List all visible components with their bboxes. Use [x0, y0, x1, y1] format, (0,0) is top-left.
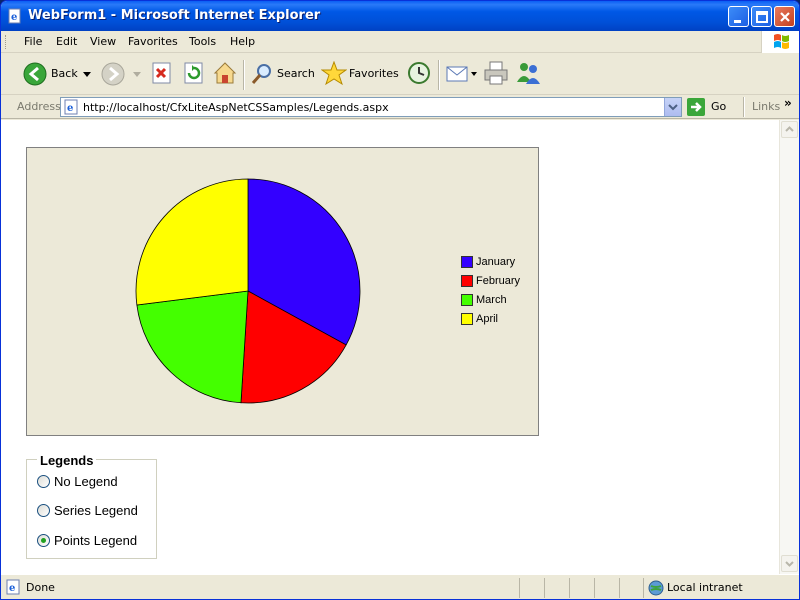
pie-chart: January February March April [26, 147, 539, 436]
title-bar: e WebForm1 - Microsoft Internet Explorer [1, 1, 799, 31]
legend-label: April [476, 313, 499, 325]
chevron-right-icon[interactable]: » [784, 96, 792, 110]
toolbar-separator [743, 97, 745, 117]
status-panel [569, 578, 593, 598]
radio-button[interactable] [37, 475, 50, 488]
radio-no-legend[interactable]: No Legend [37, 474, 147, 490]
address-input[interactable]: e http://localhost/CfxLiteAspNetCSSample… [60, 97, 682, 117]
page-icon: e [64, 99, 78, 115]
legend-swatch [461, 275, 473, 287]
address-dropdown-button[interactable] [664, 98, 681, 116]
links-label[interactable]: Links [752, 100, 780, 113]
forward-button[interactable] [101, 58, 143, 90]
legend-swatch [461, 313, 473, 325]
menu-favorites[interactable]: Favorites [128, 35, 178, 48]
toolbar-separator [438, 60, 440, 90]
ie-page-icon: e [8, 8, 21, 24]
print-icon[interactable] [483, 60, 509, 92]
chevron-down-icon [668, 104, 678, 111]
address-label: Address [17, 100, 61, 113]
menu-tools[interactable]: Tools [189, 35, 216, 48]
search-icon [251, 64, 271, 84]
forward-arrow-icon [101, 62, 125, 86]
go-button[interactable]: Go [687, 98, 737, 116]
scroll-up-button[interactable] [781, 121, 798, 138]
radio-label: Series Legend [54, 503, 138, 518]
go-arrow-icon [687, 98, 705, 116]
status-panel [619, 578, 643, 598]
radio-label: Points Legend [54, 533, 138, 548]
radio-label: No Legend [54, 474, 118, 489]
scroll-down-button[interactable] [781, 555, 798, 572]
minimize-button[interactable] [728, 6, 749, 27]
svg-text:e: e [67, 103, 73, 114]
toolbar-separator [243, 60, 245, 90]
back-label: Back [51, 67, 78, 80]
svg-text:e: e [9, 583, 15, 594]
home-icon[interactable] [212, 60, 238, 92]
status-panel [594, 578, 618, 598]
pie-slice-april [135, 178, 249, 306]
menu-bar: File Edit View Favorites Tools Help [1, 31, 799, 53]
legend-label: February [476, 275, 521, 287]
search-button[interactable]: Search [250, 58, 315, 90]
menu-view[interactable]: View [90, 35, 116, 48]
page-content: January February March April Legends No Leg… [1, 120, 779, 574]
globe-icon [648, 580, 664, 596]
maximize-button[interactable] [751, 6, 772, 27]
legend-label: March [476, 294, 507, 306]
pie-chart-plot [135, 178, 361, 404]
menu-file[interactable]: File [24, 35, 42, 48]
favorites-label: Favorites [349, 67, 399, 80]
back-arrow-icon [23, 62, 47, 86]
refresh-icon[interactable] [182, 61, 206, 93]
legends-group-title: Legends [37, 453, 97, 468]
address-url: http://localhost/CfxLiteAspNetCSSamples/… [83, 101, 389, 114]
chevron-down-icon [785, 561, 794, 567]
radio-button[interactable] [37, 504, 50, 517]
zone-panel: Local intranet [643, 578, 779, 598]
vertical-scrollbar[interactable] [779, 120, 799, 574]
mail-icon[interactable] [445, 61, 479, 93]
windows-logo-icon [761, 31, 799, 53]
legend-swatch [461, 294, 473, 306]
back-button[interactable]: Back [23, 58, 95, 90]
status-panel [519, 578, 543, 598]
go-label: Go [711, 100, 727, 113]
search-label: Search [277, 67, 315, 80]
stop-icon[interactable] [150, 61, 174, 93]
radio-selected-dot [41, 538, 46, 543]
window-title: WebForm1 - Microsoft Internet Explorer [28, 8, 321, 23]
back-dropdown-icon[interactable] [83, 72, 91, 78]
browser-window: e WebForm1 - Microsoft Internet Explorer… [0, 0, 800, 600]
toolbar-grip [5, 35, 8, 49]
status-bar: e Done Local intranet [1, 574, 799, 599]
forward-dropdown-icon [133, 72, 141, 77]
svg-text:e: e [11, 12, 17, 23]
legend-swatch [461, 256, 473, 268]
address-bar: Address e http://localhost/CfxLiteAspNet… [1, 95, 799, 119]
radio-points-legend[interactable]: Points Legend [37, 533, 157, 549]
radio-button[interactable] [37, 534, 50, 547]
menu-edit[interactable]: Edit [56, 35, 77, 48]
favorites-button[interactable]: Favorites [321, 58, 399, 90]
menu-help[interactable]: Help [230, 35, 255, 48]
chevron-up-icon [785, 126, 794, 132]
legends-group: Legends No Legend Series Legend Points L… [26, 453, 157, 559]
pie-slice-march [136, 290, 249, 404]
status-text: Done [26, 581, 55, 594]
history-icon[interactable] [406, 60, 432, 92]
standard-toolbar: Back Search Favorites [1, 54, 799, 95]
radio-series-legend[interactable]: Series Legend [37, 503, 157, 519]
legend-label: January [476, 256, 516, 268]
close-button[interactable] [774, 6, 795, 27]
messenger-icon[interactable] [515, 60, 541, 92]
page-status-icon: e [6, 579, 20, 595]
status-panel [544, 578, 568, 598]
zone-text: Local intranet [667, 581, 743, 594]
star-icon [321, 61, 347, 86]
